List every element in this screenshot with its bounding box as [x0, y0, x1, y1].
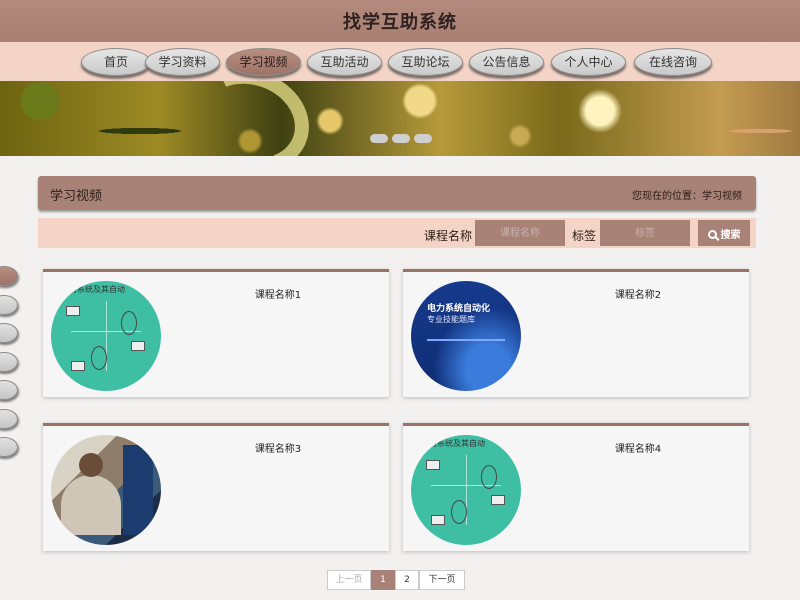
next-page-button[interactable]: 下一页 — [419, 570, 465, 590]
search-bar: 课程名称 标签 搜索 — [38, 218, 756, 248]
nav-forum[interactable]: 互助论坛 — [388, 48, 463, 76]
section-title: 学习视频 — [50, 189, 103, 204]
nav-online-consult[interactable]: 在线咨询 — [634, 48, 712, 76]
search-button[interactable]: 搜索 — [698, 220, 750, 246]
search-icon — [707, 229, 717, 239]
course-name-label: 课程名称 — [424, 229, 473, 243]
thumbnail-subtitle: 专业技能题库 — [427, 315, 475, 324]
course-thumbnail: 电力系统自动化 专业技能题库 — [411, 281, 521, 391]
tag-input[interactable] — [600, 220, 690, 246]
course-card[interactable]: 电力系统及其自动 课程名称4 — [403, 423, 749, 551]
course-name[interactable]: 课程名称1 — [193, 286, 363, 301]
side-tab-2[interactable] — [0, 295, 18, 315]
main-nav: 首页 学习资料 学习视频 互助活动 互助论坛 公告信息 个人中心 在线咨询 — [0, 42, 800, 81]
thumbnail-text: 电力系统及其自动 — [61, 285, 125, 294]
course-card[interactable]: 课程名称3 — [43, 423, 389, 551]
nav-announcements[interactable]: 公告信息 — [469, 48, 544, 76]
side-tab-5[interactable] — [0, 380, 18, 400]
nav-study-videos[interactable]: 学习视频 — [226, 48, 301, 76]
side-tab-4[interactable] — [0, 352, 18, 372]
side-tab-6[interactable] — [0, 409, 18, 429]
page-2-button[interactable]: 2 — [395, 570, 419, 590]
breadcrumb: 您现在的位置：学习视频 — [632, 191, 742, 202]
carousel-dot-1[interactable] — [370, 134, 388, 143]
nav-study-materials[interactable]: 学习资料 — [145, 48, 220, 76]
side-tab-3[interactable] — [0, 323, 18, 343]
course-name[interactable]: 课程名称2 — [553, 286, 723, 301]
course-name[interactable]: 课程名称4 — [553, 440, 723, 455]
site-title: 找学互助系统 — [343, 12, 457, 33]
course-thumbnail: 电力系统及其自动 — [51, 281, 161, 391]
course-name-input[interactable] — [475, 220, 565, 246]
carousel-dot-3[interactable] — [414, 134, 432, 143]
course-name[interactable]: 课程名称3 — [193, 440, 363, 455]
course-thumbnail: 电力系统及其自动 — [411, 435, 521, 545]
prev-page-button[interactable]: 上一页 — [327, 570, 371, 590]
banner-decoration — [176, 81, 324, 156]
course-card[interactable]: 电力系统及其自动 课程名称1 — [43, 269, 389, 397]
banner-image — [0, 81, 800, 156]
nav-activities[interactable]: 互助活动 — [307, 48, 382, 76]
nav-personal-center[interactable]: 个人中心 — [551, 48, 626, 76]
section-header: 学习视频 您现在的位置：学习视频 — [38, 176, 756, 210]
carousel-dot-2[interactable] — [392, 134, 410, 143]
course-card[interactable]: 电力系统自动化 专业技能题库 课程名称2 — [403, 269, 749, 397]
side-tab-1[interactable] — [0, 266, 18, 286]
thumbnail-title: 电力系统自动化 — [427, 304, 491, 314]
search-button-label: 搜索 — [720, 229, 741, 241]
thumbnail-text: 电力系统及其自动 — [421, 439, 485, 448]
page-header: 找学互助系统 — [0, 0, 800, 42]
side-tab-7[interactable] — [0, 437, 18, 457]
nav-home[interactable]: 首页 — [81, 48, 151, 76]
course-thumbnail — [51, 435, 161, 545]
tag-label: 标签 — [572, 229, 597, 243]
page-1-button[interactable]: 1 — [371, 570, 395, 590]
